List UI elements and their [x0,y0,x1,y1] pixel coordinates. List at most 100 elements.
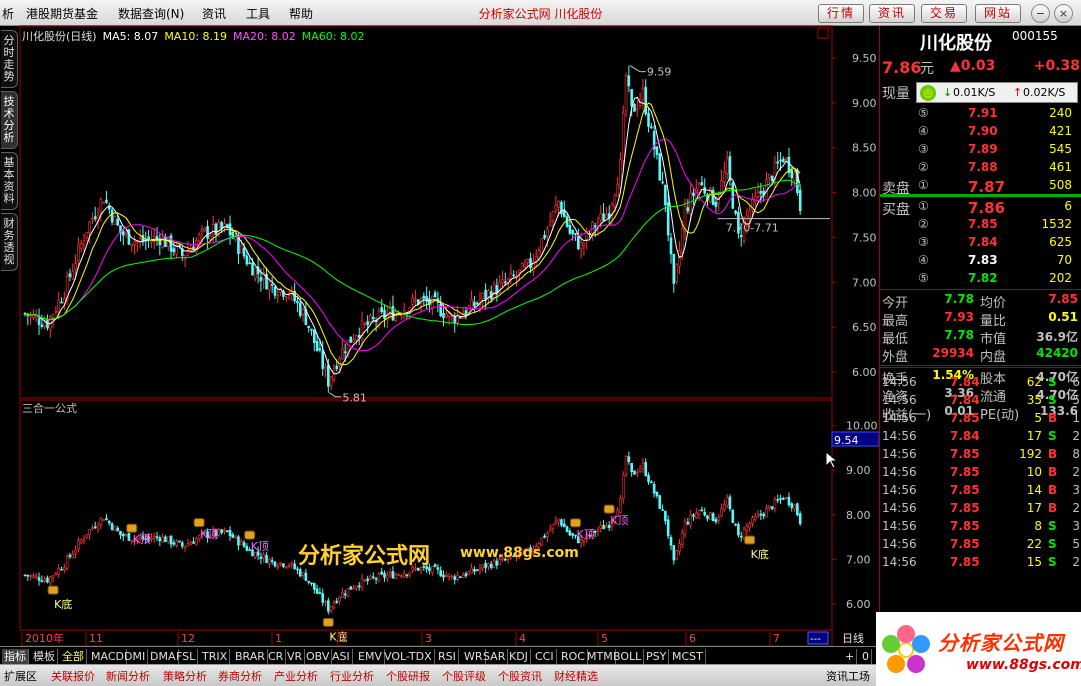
main-candle-body [82,240,86,245]
sub-candle-body [767,505,771,508]
indicator-tab[interactable]: VOL-TDX [382,649,435,664]
sub-candle-body [798,513,802,525]
sub-candle-body [672,545,676,561]
indicator-tab[interactable]: SAR [481,649,509,664]
kline-chart[interactable]: K底K顶K顶K顶K底K顶K顶K底 9.509.008.508.007.507.0… [0,0,879,646]
sub-candle-body [332,602,336,609]
status-tab[interactable]: 新闻分析 [106,668,150,684]
sub-candle-body [776,499,780,501]
main-candle-body [464,310,468,316]
main-candle-body [206,226,209,239]
ask-level: ④ [918,124,929,138]
indicator-tab[interactable]: TRIX [200,649,231,664]
x-axis-label: 2 [341,632,348,645]
main-candle-body [251,262,254,276]
sub-candle-body [731,509,735,523]
sub-candle-body [265,555,268,564]
status-tab[interactable]: 财经精选 [554,668,598,684]
indicator-tab[interactable]: BRAR [233,649,268,664]
status-tab[interactable]: 扩展区 [4,668,37,684]
signal-icon [193,518,205,528]
main-candle-body [568,225,572,234]
sub-candle-body [51,575,55,578]
indicator-tab[interactable]: KDJ [507,649,531,664]
trade-time: 14:56 [882,447,917,461]
main-candle-body [88,221,91,233]
main-candle-body [574,232,577,235]
x-axis-label: 4 [519,632,526,645]
status-tab[interactable]: 个股评级 [442,668,486,684]
status-tab[interactable]: 产业分析 [274,668,318,684]
indicator-tab[interactable]: 全部 [60,649,87,664]
status-tab[interactable]: 个股研报 [386,668,430,684]
status-tab[interactable]: 个股资讯 [498,668,542,684]
trade-time: 14:56 [882,393,917,407]
stat-value: 42420 [1036,346,1078,360]
close-icon[interactable]: × [1054,4,1073,23]
indicator-tab[interactable]: 指标 [2,649,29,664]
main-candle-body [366,321,369,326]
indicator-tab[interactable]: MCST [670,649,706,664]
indicator-tab[interactable]: FSL [174,649,199,664]
sub-candle-body [341,591,344,598]
indicator-tab[interactable]: 模板 [31,649,58,664]
speed-popup[interactable]: ◎ ↓ 0.01K/S ↑ 0.02K/S [916,82,1078,103]
trade-side: S [1048,429,1057,443]
indicator-tab[interactable]: VR [285,649,306,664]
reset-tab-button[interactable]: 0 [860,649,872,664]
indicator-tab[interactable]: OBV [304,649,333,664]
main-candle-body [630,88,633,107]
low-price-label: 5.81 [342,392,367,405]
add-tab-button[interactable]: + [843,649,858,664]
minimize-icon[interactable]: − [1031,4,1050,23]
indicator-tab[interactable]: BOLL [611,649,645,664]
sub-candle-body [195,538,198,545]
indicator-tab[interactable]: DMI [122,649,149,664]
main-candle-body [209,235,212,240]
trade-count: 2 [1072,465,1080,479]
trade-time: 14:56 [882,555,917,569]
main-candle-body [675,264,678,282]
ask-volume: 240 [1049,106,1072,120]
sub-candle-body [664,510,667,522]
status-tab[interactable]: 券商分析 [218,668,262,684]
indicator-tab[interactable]: ROC [559,649,588,664]
trade-row: 14:56 7.85 192 B 8 [880,446,1081,464]
sub-candle-body [186,543,190,547]
ask-price: 7.88 [968,160,998,174]
stat-value: 7.78 [944,292,974,306]
status-tab[interactable]: 行业分析 [330,668,374,684]
price-row: 7.86 元 ▲0.03 +0.38 [880,57,1081,79]
trade-side: B [1048,411,1058,425]
main-candle-body [582,242,586,246]
indicator-tab[interactable]: CCI [533,649,557,664]
refresh-icon[interactable]: ◎ [920,85,936,101]
sub-candle-body [386,574,389,579]
status-tab[interactable]: 策略分析 [163,668,207,684]
main-candle-body [613,194,617,207]
sub-candle-body [259,556,263,560]
indicator-tab[interactable]: ASI [330,649,353,664]
trade-button[interactable]: 交易 [921,4,967,23]
flower-icon [882,625,930,673]
sub-candle-body [408,571,412,576]
indicator-tab[interactable]: EMV [356,649,385,664]
status-tab[interactable]: 关联报价 [51,668,95,684]
sub-candle-body [599,525,603,529]
price-change-pct: +0.38 [1033,58,1080,74]
trade-count: 2 [1072,429,1080,443]
sub-candle-body [225,530,229,533]
indicator-tab[interactable]: PSY [644,649,670,664]
indicator-tab[interactable]: RSI [436,649,459,664]
status-tab[interactable]: 资讯工场 [826,668,870,684]
website-button[interactable]: 网站 [975,4,1021,23]
main-candle-body [225,224,229,227]
main-candle-body [492,283,496,299]
trade-row: 14:56 7.84 62 S 6 [880,374,1081,392]
sub-candle-body [633,470,636,475]
sub-candle-body [228,529,232,537]
indicator-tab[interactable]: CR [266,649,287,664]
ask-row: ⑤ 7.91 240 [880,105,1081,123]
trade-count: 2 [1072,501,1080,515]
sub-candle-body [686,521,690,525]
